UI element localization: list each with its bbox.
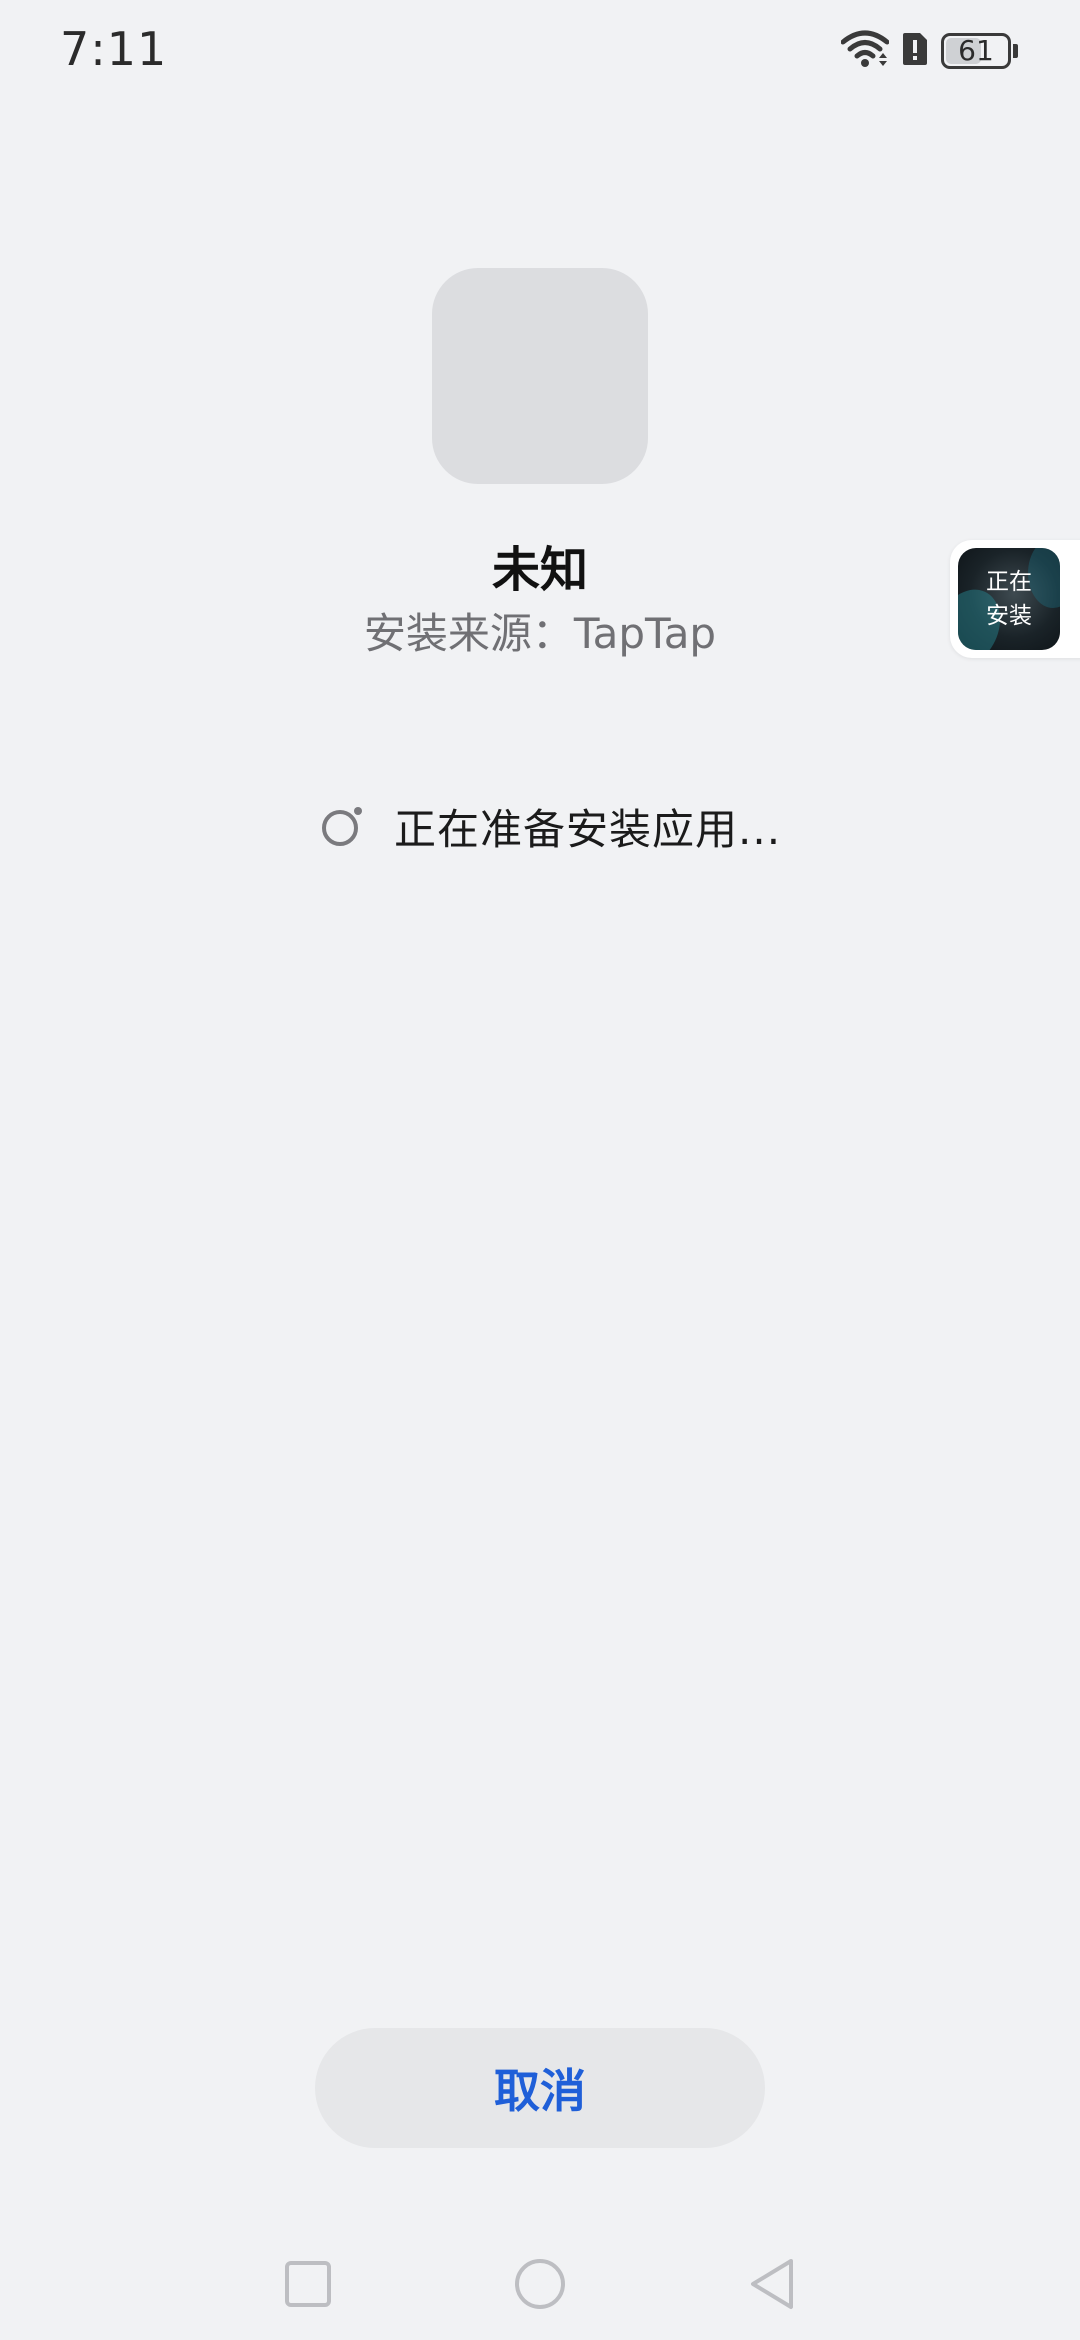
app-icon-placeholder (432, 268, 648, 484)
floating-install-bubble[interactable]: 正在 安装 (950, 540, 1080, 658)
home-button[interactable] (510, 2256, 570, 2316)
status-time: 7:11 (60, 22, 168, 76)
back-button[interactable] (742, 2256, 802, 2316)
recents-icon (283, 2259, 333, 2313)
bubble-label: 正在 安装 (958, 548, 1060, 650)
navigation-bar (0, 2240, 1080, 2340)
sim-alert-icon (901, 31, 929, 71)
status-icons: 61 (840, 30, 1018, 72)
wifi-icon (840, 30, 890, 72)
install-source: 安装来源：TapTap (363, 609, 717, 658)
battery-tip (1013, 44, 1018, 58)
install-progress: 正在准备安装应用... (318, 796, 781, 856)
battery-icon: 61 (941, 33, 1018, 69)
battery-body: 61 (941, 33, 1011, 69)
bubble-label-line1: 正在 (986, 569, 1032, 595)
cancel-button[interactable]: 取消 (315, 2028, 765, 2148)
bubble-label-line2: 安装 (986, 603, 1032, 629)
progress-text: 正在准备安装应用... (394, 804, 782, 854)
battery-percent: 61 (958, 34, 994, 67)
back-icon (747, 2257, 797, 2315)
status-bar: 7:11 61 (0, 0, 1080, 100)
home-icon (513, 2257, 567, 2315)
recents-button[interactable] (278, 2256, 338, 2316)
app-name: 未知 (491, 542, 588, 598)
loading-spinner-icon (318, 801, 368, 851)
